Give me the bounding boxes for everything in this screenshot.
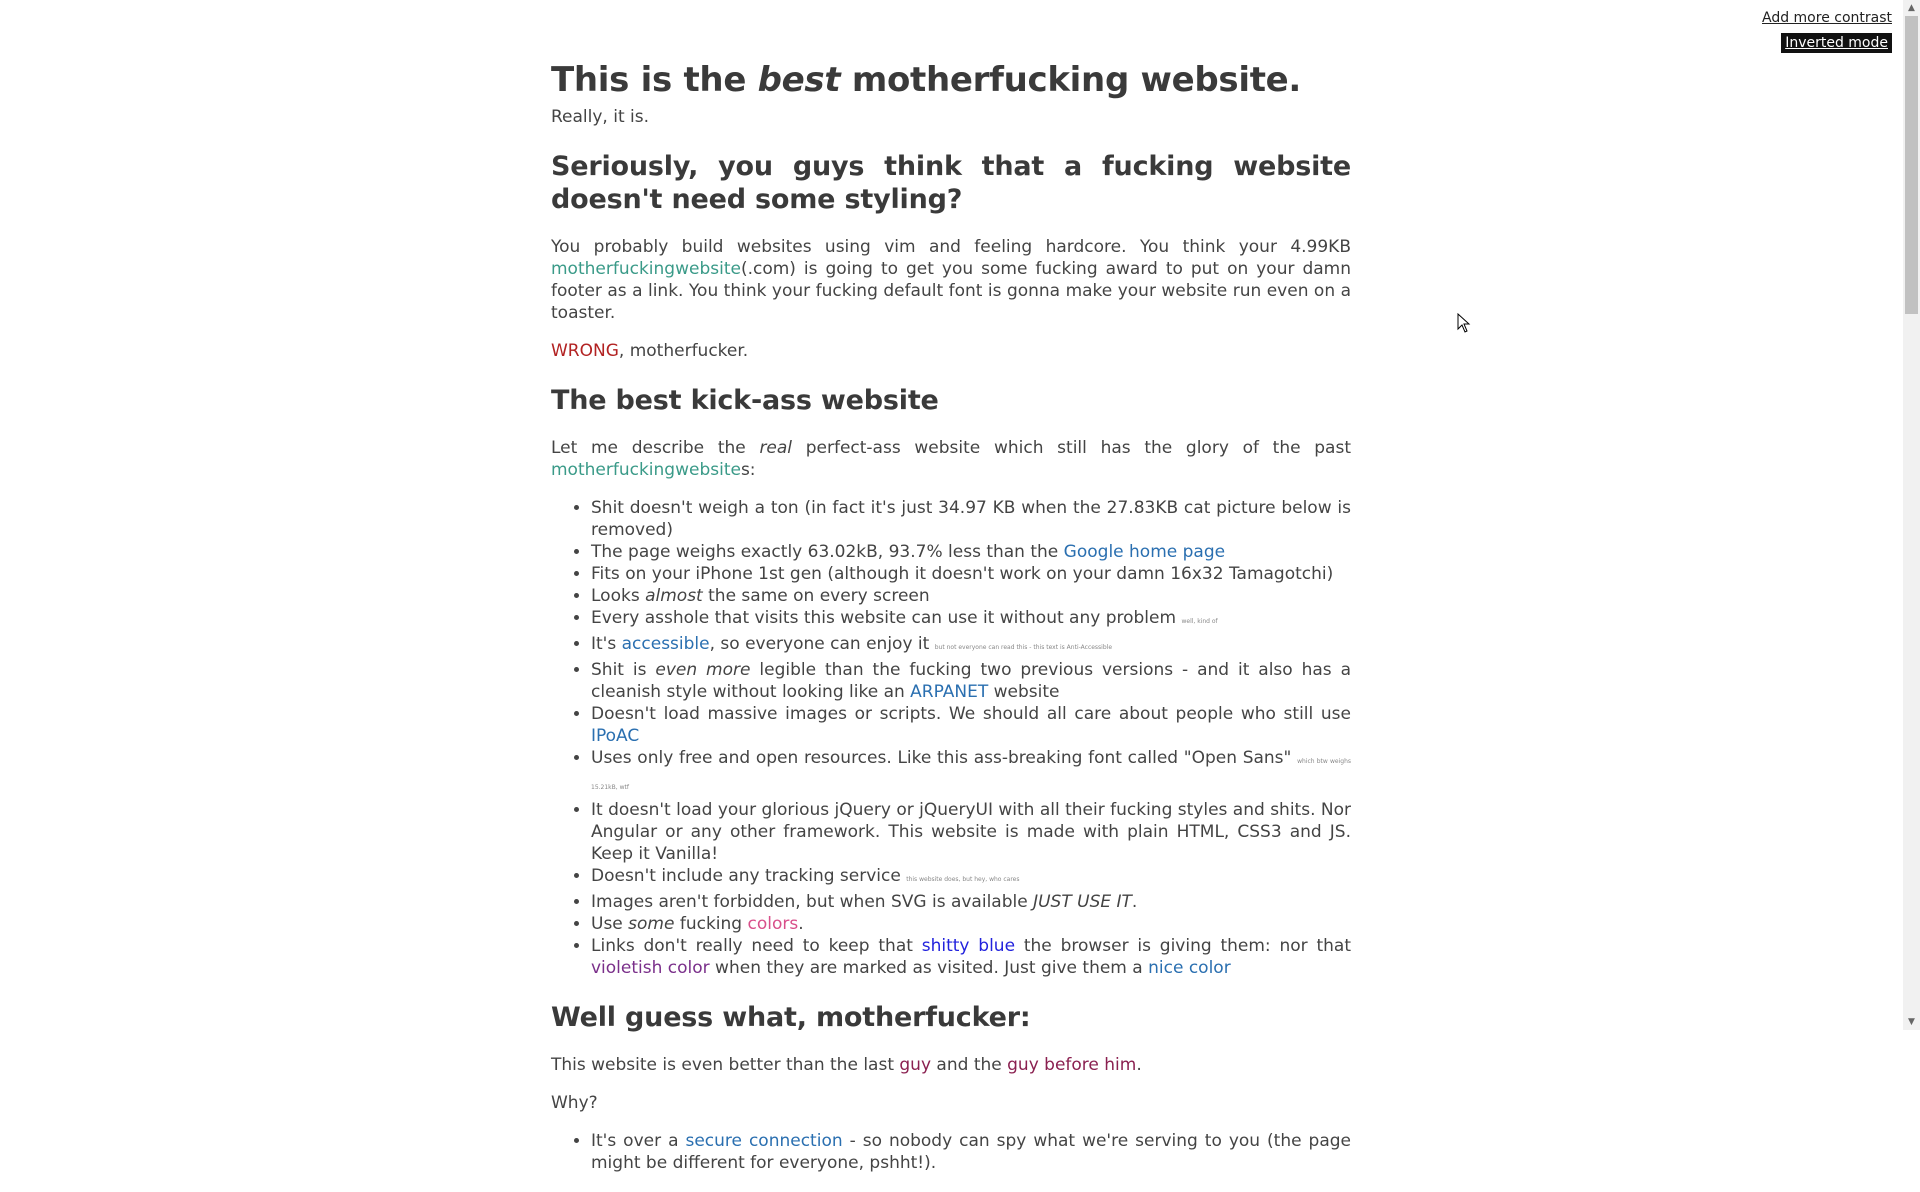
- inverted-mode-button[interactable]: Inverted mode: [1781, 33, 1892, 53]
- vertical-scrollbar[interactable]: ▲ ▼: [1903, 0, 1920, 1030]
- describe-paragraph: Let me describe the real perfect-ass web…: [551, 438, 1351, 480]
- heading-styling: Seriously, you guys think that a fucking…: [551, 151, 1351, 215]
- add-contrast-link[interactable]: Add more contrast: [1762, 10, 1892, 26]
- wrong-link[interactable]: WRONG: [551, 341, 619, 361]
- list-item: Shit is even more legible than the fucki…: [591, 659, 1351, 703]
- guy-before-him-link[interactable]: guy before him: [1007, 1055, 1136, 1075]
- google-home-link[interactable]: Google home page: [1064, 542, 1225, 562]
- list-item: It's over a secure connection - so nobod…: [591, 1130, 1351, 1174]
- motherfuckingwebsites-link[interactable]: motherfuckingwebsite: [551, 460, 741, 480]
- heading-guess-what: Well guess what, motherfucker:: [551, 1002, 1031, 1033]
- scroll-up-arrow-icon[interactable]: ▲: [1903, 0, 1920, 16]
- mouse-cursor-icon: [1457, 313, 1471, 333]
- ipoac-link[interactable]: IPoAC: [591, 726, 639, 746]
- wrong-paragraph: WRONG, motherfucker.: [551, 341, 749, 361]
- motherfuckingwebsite-link[interactable]: motherfuckingwebsite: [551, 259, 741, 279]
- intro-paragraph: You probably build websites using vim an…: [551, 237, 1351, 323]
- list-item: It doesn't load your glorious jQuery or …: [591, 799, 1351, 865]
- why-list: It's over a secure connection - so nobod…: [551, 1130, 1351, 1174]
- arpanet-link[interactable]: ARPANET: [910, 682, 988, 702]
- list-item: Shit doesn't weigh a ton (in fact it's j…: [591, 497, 1351, 541]
- list-item: Looks almost the same on every screen: [591, 585, 1351, 607]
- main-content: This is the best motherfucking website. …: [551, 60, 1351, 1192]
- scroll-down-arrow-icon[interactable]: ▼: [1903, 1014, 1920, 1030]
- list-item: Use some fucking colors.: [591, 913, 1351, 935]
- colors-text: colors: [747, 914, 799, 934]
- list-item: Doesn't include any tracking service thi…: [591, 865, 1351, 891]
- nice-color-link[interactable]: nice color: [1148, 958, 1231, 978]
- accessible-link[interactable]: accessible: [622, 634, 710, 654]
- list-item: Every asshole that visits this website c…: [591, 607, 1351, 633]
- top-controls: Add more contrast Inverted mode: [1762, 10, 1892, 53]
- page-title: This is the best motherfucking website.: [551, 60, 1302, 100]
- guy-link[interactable]: guy: [899, 1055, 931, 1075]
- secure-connection-link[interactable]: secure connection: [685, 1131, 842, 1151]
- list-item: Uses only free and open resources. Like …: [591, 747, 1351, 799]
- scrollbar-thumb[interactable]: [1905, 16, 1918, 314]
- list-item: Doesn't load massive images or scripts. …: [591, 703, 1351, 747]
- subtitle: Really, it is.: [551, 107, 650, 127]
- why-paragraph: Why?: [551, 1093, 598, 1113]
- list-item: Links don't really need to keep that shi…: [591, 935, 1351, 979]
- features-list: Shit doesn't weigh a ton (in fact it's j…: [551, 497, 1351, 979]
- list-item: Images aren't forbidden, but when SVG is…: [591, 891, 1351, 913]
- list-item: The page weighs exactly 63.02kB, 93.7% l…: [591, 541, 1351, 563]
- heading-best-website: The best kick-ass website: [551, 385, 939, 416]
- list-item: Fits on your iPhone 1st gen (although it…: [591, 563, 1351, 585]
- better-paragraph: This website is even better than the las…: [551, 1055, 1142, 1075]
- list-item: It's accessible, so everyone can enjoy i…: [591, 633, 1351, 659]
